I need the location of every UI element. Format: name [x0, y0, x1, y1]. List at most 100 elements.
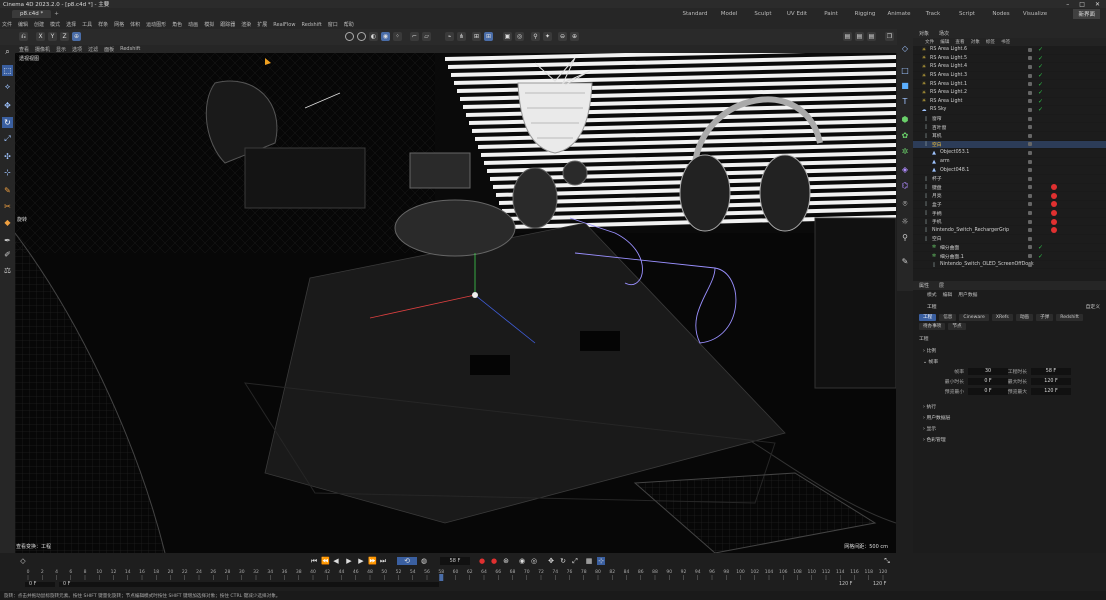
- move-icon[interactable]: ✥: [2, 100, 13, 111]
- material-tag-icon[interactable]: [1051, 201, 1057, 208]
- object-tab-0[interactable]: 对象: [919, 30, 929, 37]
- object-row[interactable]: ▯ 键盘: [913, 184, 1106, 193]
- visibility-dots[interactable]: [1028, 245, 1032, 250]
- object-menu-item-2[interactable]: 查看: [955, 39, 964, 45]
- magnet-icon[interactable]: ⋔: [457, 32, 466, 41]
- object-row[interactable]: ☀ RS Area Light.6 ✓: [913, 46, 1106, 55]
- attribute-subtab2-1[interactable]: 节点: [948, 323, 966, 330]
- object-menu-item-0[interactable]: 文件: [925, 39, 934, 45]
- brush-icon[interactable]: ✎: [2, 185, 13, 196]
- attribute-subtab2-0[interactable]: 待办事项: [919, 323, 946, 330]
- viewport-menu-item-2[interactable]: 显示: [56, 46, 66, 53]
- frame-ruler[interactable]: 0 2 4 6 8 10 12 14 16 18 20 22 24 26 28 30 32 34 36 38 40 42 4…: [23, 567, 888, 581]
- cube-outline-icon[interactable]: ◇: [900, 44, 910, 54]
- weight-icon[interactable]: ⚖: [2, 265, 13, 276]
- new-layout-button[interactable]: 新界面: [1073, 9, 1100, 19]
- cloner-icon[interactable]: ✿: [900, 131, 910, 141]
- scale-key-icon[interactable]: ⤢: [571, 557, 579, 565]
- axis-x-button[interactable]: X: [36, 32, 45, 41]
- text-icon[interactable]: T: [900, 97, 910, 107]
- visibility-dots[interactable]: [1028, 73, 1032, 78]
- object-menu-item-3[interactable]: 对象: [971, 39, 980, 45]
- document-tab[interactable]: p8.c4d *: [12, 10, 52, 18]
- record-icon[interactable]: ●: [478, 557, 486, 565]
- attribute-subtab-1[interactable]: 信息: [939, 314, 957, 321]
- grid-snap-icon[interactable]: ⊞: [484, 32, 493, 41]
- visibility-dots[interactable]: [1028, 107, 1032, 112]
- attribute-subtab-0[interactable]: 工程: [919, 314, 937, 321]
- visibility-dots[interactable]: [1028, 150, 1032, 155]
- attribute-menu-item-2[interactable]: 用户数据: [958, 291, 977, 298]
- material-tag-icon[interactable]: [1051, 227, 1057, 234]
- square-icon[interactable]: □: [900, 66, 910, 76]
- start-frame-field[interactable]: 0 F: [25, 582, 55, 587]
- object-row[interactable]: ☀ RS Area Light ✓: [913, 98, 1106, 107]
- attribute-subtab-2[interactable]: Cineware: [959, 314, 989, 321]
- material-tag-icon[interactable]: [1051, 218, 1057, 225]
- attribute-subtab-6[interactable]: Redshift: [1056, 314, 1083, 321]
- menu-item-3[interactable]: 模式: [50, 21, 60, 28]
- visibility-dots[interactable]: [1028, 202, 1032, 207]
- light-icon[interactable]: ☼: [900, 217, 910, 227]
- menu-item-12[interactable]: 模拟: [204, 21, 214, 28]
- pen-tool-icon[interactable]: ✎: [900, 257, 910, 267]
- attribute-menu-item-1[interactable]: 编辑: [943, 291, 953, 298]
- menu-item-5[interactable]: 工具: [82, 21, 92, 28]
- object-menu-item-5[interactable]: 书签: [1001, 39, 1010, 45]
- preview-start-field[interactable]: 0 F: [59, 582, 439, 587]
- scene-icon[interactable]: ⚲: [900, 233, 910, 243]
- viewport-menu-item-6[interactable]: Redshift: [120, 46, 140, 52]
- layout-tab-9[interactable]: Nodes: [984, 11, 1018, 17]
- menu-item-11[interactable]: 动画: [188, 21, 198, 28]
- visibility-dots[interactable]: [1028, 254, 1032, 259]
- close-icon[interactable]: ✕: [1095, 1, 1100, 8]
- layout-tab-1[interactable]: Model: [712, 11, 746, 17]
- layout-tab-3[interactable]: UV Edit: [780, 11, 814, 17]
- menu-item-18[interactable]: 窗口: [328, 21, 338, 28]
- object-row[interactable]: ▯ Nintendo_Switch_OLED_ScreenOffDock: [913, 261, 1106, 270]
- object-row[interactable]: ▯ 百叶窗: [913, 123, 1106, 132]
- object-row[interactable]: ▯ 杯子: [913, 175, 1106, 184]
- model-mode-icon[interactable]: ◐: [369, 32, 378, 41]
- group-framerate[interactable]: ⌄ 帧率: [923, 358, 938, 365]
- scale-icon[interactable]: ⤢: [2, 133, 13, 144]
- axis-z-button[interactable]: Z: [60, 32, 69, 41]
- visibility-dots[interactable]: [1028, 193, 1032, 198]
- preview-min-field[interactable]: 预览最小 0 F: [945, 388, 1008, 395]
- object-row[interactable]: ☀ RS Area Light.4 ✓: [913, 63, 1106, 72]
- timeline-expand-icon[interactable]: ⤡: [883, 557, 891, 565]
- enabled-check-icon[interactable]: ✓: [1038, 46, 1043, 53]
- redshift-render-icon[interactable]: ⊖: [558, 32, 567, 41]
- minimize-icon[interactable]: –: [1066, 1, 1069, 8]
- points-mode-icon[interactable]: ⁘: [393, 32, 402, 41]
- layout-tab-4[interactable]: Paint: [814, 11, 848, 17]
- object-tab-1[interactable]: 场次: [939, 30, 949, 37]
- keyframe-icon[interactable]: ◇: [19, 557, 27, 565]
- menu-item-10[interactable]: 角色: [172, 21, 182, 28]
- workplane-icon[interactable]: ⊞: [472, 32, 481, 41]
- object-row[interactable]: ✲ 细分曲面.1 ✓: [913, 252, 1106, 261]
- menu-item-6[interactable]: 样条: [98, 21, 108, 28]
- menu-item-15[interactable]: 扩展: [257, 21, 267, 28]
- live-select-icon[interactable]: ⬚: [2, 65, 13, 76]
- preview-max-field[interactable]: 预览最大 120 F: [1008, 388, 1071, 395]
- coordinate-system-button[interactable]: ⊕: [72, 32, 81, 41]
- zoom-icon[interactable]: ⌕: [2, 46, 13, 57]
- group-userdata[interactable]: › 用户数据层: [923, 414, 950, 421]
- undo-icon[interactable]: ⎌: [19, 32, 28, 41]
- menu-item-17[interactable]: Redshift: [301, 22, 321, 28]
- teleport-icon[interactable]: ⚲: [531, 32, 540, 41]
- sound-icon[interactable]: ◍: [420, 557, 428, 565]
- render-settings-icon[interactable]: ◎: [515, 32, 524, 41]
- visibility-dots[interactable]: [1028, 90, 1032, 95]
- loop-icon[interactable]: ⟲: [397, 557, 417, 565]
- interactive-render-icon[interactable]: ✦: [543, 32, 552, 41]
- menu-item-9[interactable]: 运动图形: [146, 21, 166, 28]
- keyframe-select-icon[interactable]: ⊛: [502, 557, 510, 565]
- add-tab-icon[interactable]: +: [54, 11, 59, 17]
- layout-tab-7[interactable]: Track: [916, 11, 950, 17]
- group-color[interactable]: › 色彩管理: [923, 436, 946, 443]
- object-row[interactable]: ▯ 手机: [913, 218, 1106, 227]
- attribute-menu-item-0[interactable]: 模式: [927, 291, 937, 298]
- next-frame-icon[interactable]: ▶: [357, 557, 365, 565]
